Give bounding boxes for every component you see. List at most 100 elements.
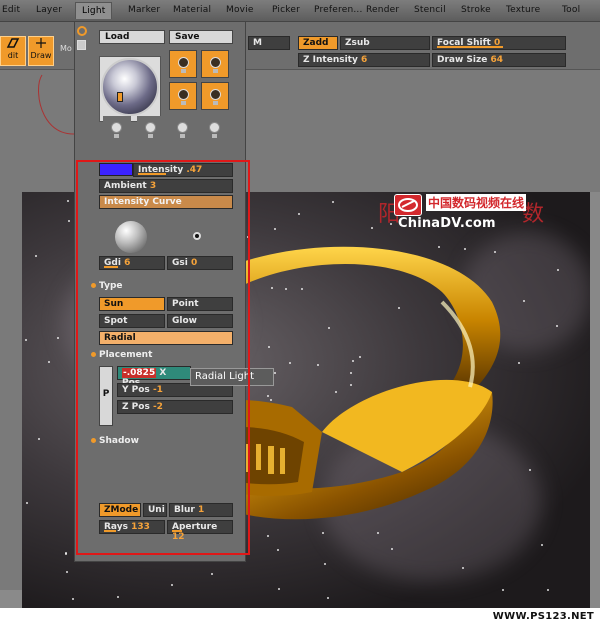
x-pos-slider[interactable]: -.0825 X Pos [117,366,191,388]
intensity-slider[interactable]: Intensity .47 [133,163,233,177]
z-pos-slider[interactable]: Z Pos -2 [117,400,233,414]
section-bullet-icon [91,352,96,357]
bulb-icon [178,57,189,73]
type-glow-button[interactable]: Glow [167,314,233,328]
intensity-value: .47 [186,165,203,175]
draw-size-value: 64 [490,55,504,65]
edit-label: dit [7,51,19,60]
section-bullet-icon [91,438,96,443]
z-intensity-label: Z Intensity [303,55,358,65]
ambient-slider[interactable]: Ambient 3 [99,179,233,193]
x-pos-value: -.0825 [122,368,157,378]
light-slot-8[interactable] [201,116,229,144]
rays-value: 133 [131,522,150,532]
menu-movie[interactable]: Movie [226,5,254,15]
footer-url: WWW.PS123.NET [492,611,594,622]
type-radial-button[interactable]: Radial [99,331,233,345]
focal-shift-bar [437,46,503,48]
menu-stencil[interactable]: Stencil [414,5,446,15]
load-button[interactable]: Load [99,30,165,44]
light-slot-3[interactable] [169,82,197,110]
y-pos-label: Y Pos [122,385,150,395]
chinadv-cn-text: 中国数码视频在线 [426,194,527,211]
type-section-header[interactable]: Type [91,281,122,291]
radial-light-tooltip: Radial Light [190,368,274,386]
y-pos-value: -1 [152,385,163,395]
light-slot-4[interactable] [201,82,229,110]
m-toggle[interactable]: M [248,36,290,50]
bulb-icon [209,122,220,138]
menu-layer[interactable]: Layer [36,5,62,15]
draw-button[interactable]: Draw [28,36,54,66]
menu-stroke[interactable]: Stroke [461,5,491,15]
blur-label: Blur [174,505,195,515]
z-pos-value: -2 [152,402,163,412]
draw-size-slider[interactable]: Draw Size 64 [432,53,566,67]
bulb-icon [178,89,189,105]
light-preview-sphere[interactable] [101,58,159,116]
rays-bar [104,530,116,532]
menu-render[interactable]: Render [366,5,399,15]
aperture-bar [172,530,182,532]
light-slot-1[interactable] [169,50,197,78]
chinadv-en-text: ChinaDV.com [398,216,496,231]
type-sun-button[interactable]: Sun [99,297,165,311]
light-direction-dot[interactable] [193,232,201,240]
save-button[interactable]: Save [169,30,233,44]
z-intensity-value: 6 [360,55,368,65]
menu-bar: Edit Layer Light Marker Material Movie P… [0,0,600,22]
gsi-slider[interactable]: Gsi 0 [167,256,233,270]
rays-slider[interactable]: Rays 133 [99,520,165,534]
menu-picker[interactable]: Picker [272,5,300,15]
light-slot-6[interactable] [137,116,165,144]
ambient-label: Ambient [104,181,147,191]
type-point-button[interactable]: Point [167,297,233,311]
menu-edit[interactable]: Edit [2,5,20,15]
move-label[interactable]: Mo [60,44,72,53]
menu-marker[interactable]: Marker [128,5,160,15]
draw-size-label: Draw Size [437,55,488,65]
gsi-value: 0 [190,258,198,268]
edit-icon [6,38,20,48]
zmode-button[interactable]: ZMode [99,503,141,517]
placement-section-header[interactable]: Placement [91,350,152,360]
light-color-swatch[interactable] [99,163,133,176]
zsub-button[interactable]: Zsub [340,36,430,50]
z-intensity-slider[interactable]: Z Intensity 6 [298,53,430,67]
shadow-preview-sphere [115,221,147,253]
aperture-value: 12 [172,532,185,542]
chinadv-badge-icon [394,194,422,216]
focal-shift-slider[interactable]: Focal Shift 0 [432,36,566,50]
aperture-slider[interactable]: Aperture 12 [167,520,233,542]
intensity-curve-button[interactable]: Intensity Curve [99,195,233,209]
menu-texture[interactable]: Texture [506,5,540,15]
pin-icon[interactable] [77,40,86,50]
edit-button[interactable]: dit [0,36,26,66]
ambient-value: 3 [149,181,157,191]
viewport-scrollbar[interactable] [590,192,600,608]
chinadv-logo: 中国数码视频在线 ChinaDV.com [388,192,528,238]
refresh-icon[interactable] [77,26,87,36]
bulb-icon [111,122,122,138]
menu-tool[interactable]: Tool [562,5,580,15]
blur-slider[interactable]: Blur 1 [169,503,233,517]
light-slot-2[interactable] [201,50,229,78]
draw-icon [36,38,46,48]
type-spot-button[interactable]: Spot [99,314,165,328]
placement-p-button[interactable]: P [99,366,113,426]
gdi-value: 6 [124,258,131,268]
light-slot-5[interactable] [103,116,131,144]
zadd-button[interactable]: Zadd [298,36,338,50]
z-pos-label: Z Pos [122,402,150,412]
light-slot-7[interactable] [169,116,197,144]
menu-preferences[interactable]: Preferen... [314,5,363,15]
light-palette: Load Save Intensity .47 Ambient 3 Intens… [74,22,246,562]
menu-light[interactable]: Light [75,2,113,19]
gsi-label: Gsi [172,258,188,268]
shadow-section-header[interactable]: Shadow [91,436,139,446]
uni-button[interactable]: Uni [143,503,167,517]
bulb-icon [145,122,156,138]
light-position-marker[interactable] [117,92,123,102]
menu-material[interactable]: Material [173,5,211,15]
gdi-slider[interactable]: Gdi 6 [99,256,165,270]
